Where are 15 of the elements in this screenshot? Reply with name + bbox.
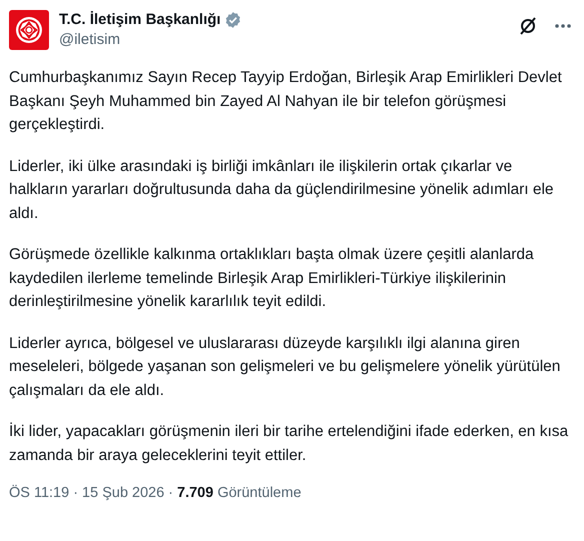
post-time[interactable]: ÖS 11:19 bbox=[9, 485, 70, 501]
post-paragraph: Liderler, iki ülke arasındaki iş birliği imkânları ile ilişkilerin ortak çıkarlar ve halkların yararları doğrultusunda daha da güçlendirilmesine yönelik adımları ele aldı. bbox=[9, 156, 555, 224]
post-date[interactable]: 15 Şub 2026 bbox=[82, 485, 164, 501]
account-handle[interactable]: @iletisim bbox=[59, 30, 508, 50]
post-paragraph: İki lider, yapacakları görüşmenin ileri bir tarihe ertelendiğini ifade ederken, en kısa zamanda bir araya geleceklerini teyit ettiler. bbox=[9, 422, 570, 466]
view-count: 7.709 bbox=[177, 485, 214, 501]
post-paragraph: Cumhurbaşkanımız Sayın Recep Tayyip Erdoğan, Birleşik Arap Emirlikleri Devlet Başkanı Şeyh Muhammed bin Zayed Al Nahyan ile bir telefon görüşmesi gerçekleştirdi. bbox=[9, 68, 563, 135]
more-icon[interactable] bbox=[554, 23, 572, 29]
logo-icon[interactable] bbox=[9, 10, 49, 50]
post-paragraph: Liderler ayrıca, bölgesel ve uluslararası düzeyde karşılıklı ilgi alanına giren meseleleri, bölgede yaşanan son gelişmeleri ve bu gelişmelere yönelik yürütülen çalışmaları da ele aldı. bbox=[9, 334, 562, 400]
views-label: Görüntüleme bbox=[217, 485, 302, 501]
separator: · bbox=[73, 485, 78, 501]
post-paragraph: Görüşmede özellikle kalkınma ortaklıkları başta olmak üzere çeşitli alanlarda kaydedilen ilerleme temelinde Birleşik Arap Emirlikleri-Türkiye ilişkilerinin derinleştirilmesine yönelik kararlılık teyit edildi. bbox=[9, 245, 535, 312]
account-name[interactable]: T.C. İletişim Başkanlığı bbox=[59, 10, 221, 30]
separator: · bbox=[168, 485, 174, 501]
